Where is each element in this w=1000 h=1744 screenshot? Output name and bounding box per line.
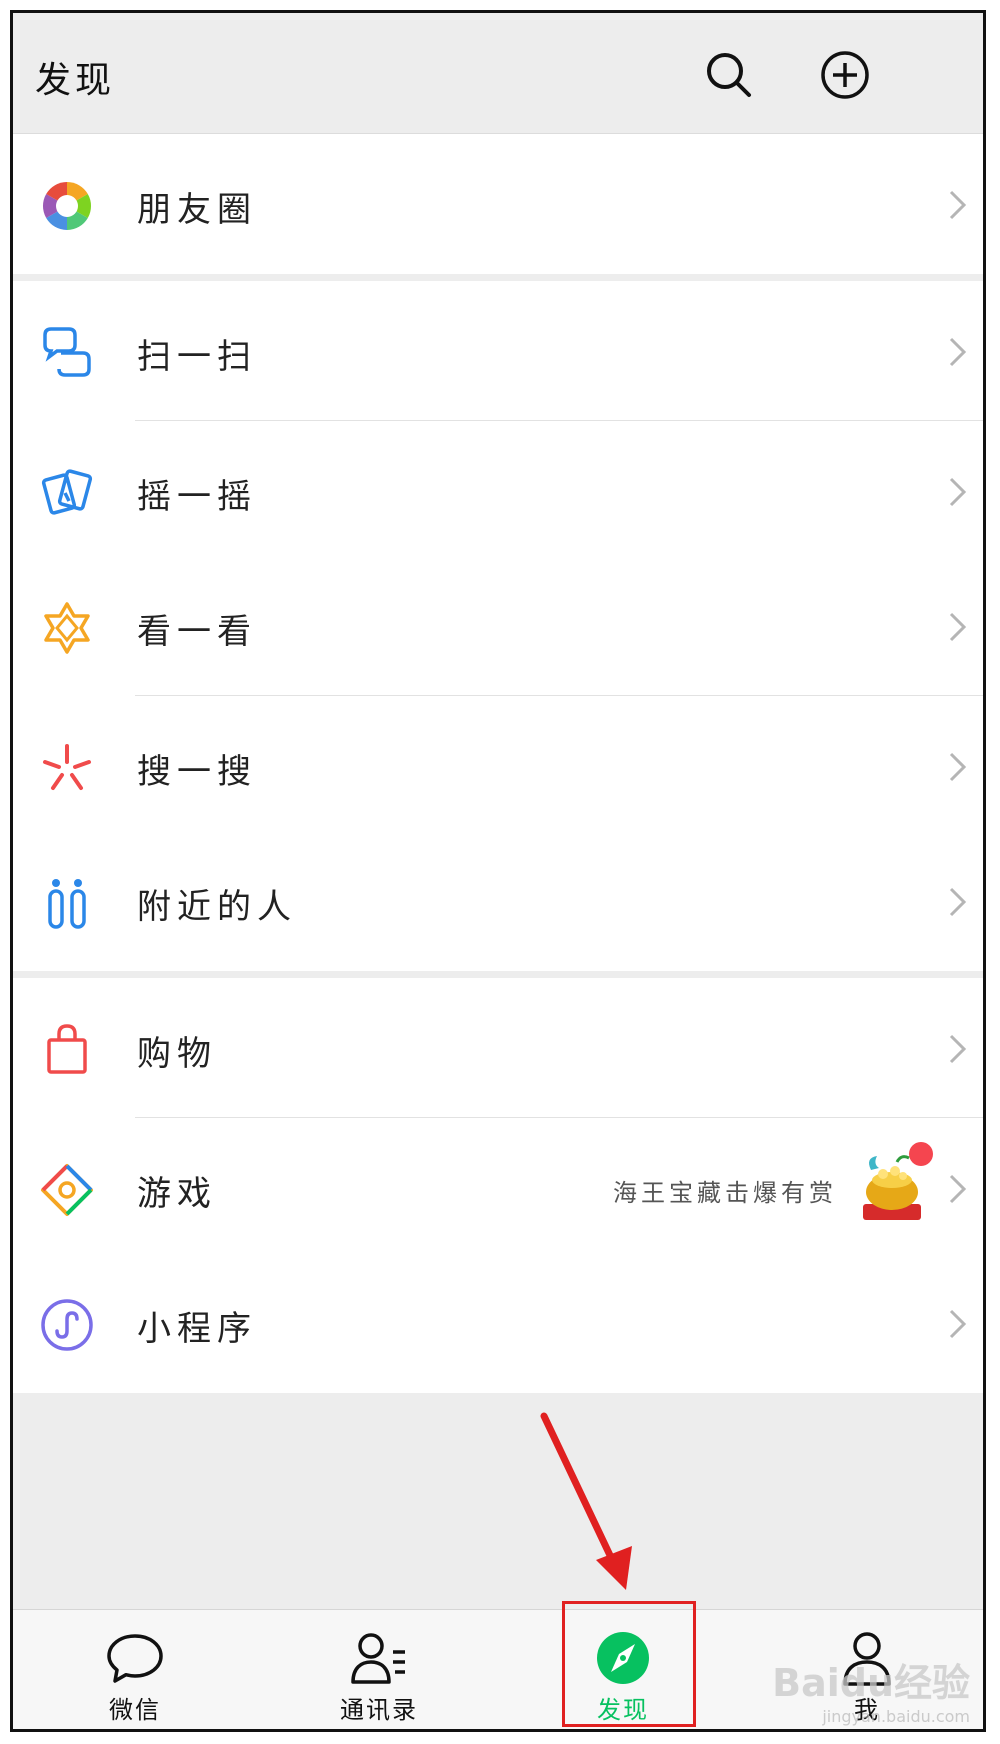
list-item-scan[interactable]: 扫一扫	[13, 281, 983, 421]
chevron-right-icon	[947, 476, 967, 508]
group-stories-search: 看一看 搜一搜	[13, 556, 983, 836]
list-item-label: 搜一搜	[137, 752, 257, 792]
page-title: 发现	[35, 60, 116, 101]
notification-dot	[909, 1142, 933, 1166]
shake-icon	[39, 465, 95, 521]
tab-chats[interactable]: 微信	[13, 1610, 257, 1729]
chevron-right-icon	[947, 611, 967, 643]
chevron-right-icon	[947, 886, 967, 918]
chat-icon	[105, 1630, 165, 1686]
shopping-bag-icon	[39, 1022, 95, 1078]
watermark-url: jingyan.baidu.com	[822, 1707, 970, 1726]
list-item-label: 朋友圈	[137, 190, 257, 230]
top-stories-icon	[39, 600, 95, 656]
list-item-label: 附近的人	[137, 887, 297, 927]
annotation-arrow-icon	[540, 1412, 632, 1590]
chevron-right-icon	[947, 1308, 967, 1340]
search-icon[interactable]	[703, 49, 755, 101]
group-shopping-games: 购物 游戏 海王宝藏击爆有赏	[13, 978, 983, 1258]
baidu-watermark: Baidu经验 jingyan.baidu.com	[772, 1652, 970, 1726]
chevron-right-icon	[947, 1173, 967, 1205]
contacts-icon	[349, 1630, 409, 1686]
list-item-label: 小程序	[137, 1309, 257, 1349]
mini-programs-icon	[39, 1297, 95, 1353]
search-star-icon	[39, 740, 95, 796]
people-nearby-icon	[39, 875, 95, 931]
chevron-right-icon	[947, 189, 967, 221]
list-item-label: 购物	[137, 1034, 217, 1074]
chevron-right-icon	[947, 336, 967, 368]
list-item-moments[interactable]: 朋友圈	[13, 134, 983, 274]
game-promo-text: 海王宝藏击爆有赏	[613, 1179, 837, 1207]
list-item-mini-programs[interactable]: 小程序	[13, 1253, 983, 1393]
group-people-nearby: 附近的人	[13, 831, 983, 971]
games-icon	[39, 1162, 95, 1218]
list-item-top-stories[interactable]: 看一看	[13, 556, 983, 696]
list-item-label: 摇一摇	[137, 477, 257, 517]
list-item-label: 看一看	[137, 612, 257, 652]
tab-label: 通讯录	[340, 1696, 418, 1724]
list-item-search[interactable]: 搜一搜	[13, 696, 983, 836]
phone-screen: 发现 朋友圈 扫一扫 摇一摇 看一看 搜一搜 附近的人 购物 游戏 海王宝藏击爆…	[10, 10, 986, 1732]
tab-contacts[interactable]: 通讯录	[257, 1610, 501, 1729]
chevron-right-icon	[947, 751, 967, 783]
list-item-label: 游戏	[137, 1174, 217, 1214]
annotation-highlight-box	[562, 1601, 696, 1727]
group-mini-programs: 小程序	[13, 1253, 983, 1393]
group-moments: 朋友圈	[13, 134, 983, 274]
nav-header: 发现	[13, 13, 983, 134]
tab-label: 微信	[109, 1696, 161, 1724]
list-item-shopping[interactable]: 购物	[13, 978, 983, 1118]
group-scan-shake: 扫一扫 摇一摇	[13, 281, 983, 561]
chevron-right-icon	[947, 1033, 967, 1065]
list-item-games[interactable]: 游戏 海王宝藏击爆有赏	[13, 1118, 983, 1258]
list-item-label: 扫一扫	[137, 337, 257, 377]
list-item-people-nearby[interactable]: 附近的人	[13, 831, 983, 971]
scan-icon	[39, 325, 95, 381]
add-icon[interactable]	[819, 49, 871, 101]
watermark-brand: Baidu经验	[772, 1661, 970, 1705]
moments-icon	[39, 178, 95, 234]
list-item-shake[interactable]: 摇一摇	[13, 421, 983, 561]
